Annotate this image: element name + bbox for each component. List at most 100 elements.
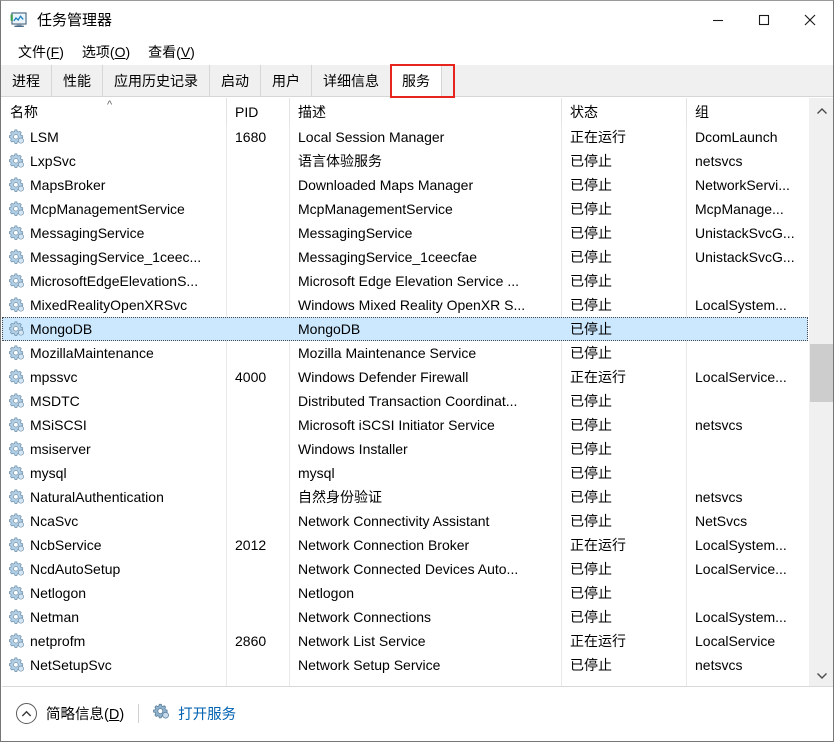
cell-status: 已停止 xyxy=(570,561,612,577)
cell-status: 已停止 xyxy=(570,297,612,313)
table-row[interactable]: NcdAutoSetup Network Connected Devices Au… xyxy=(2,557,808,581)
cell-group: McpManage... xyxy=(695,201,784,217)
scroll-down-icon[interactable] xyxy=(809,662,833,688)
menu-item-options[interactable]: 选项(O) xyxy=(73,43,139,62)
table-row[interactable]: NaturalAuthentication 自然身份验证 已停止 netsvcs xyxy=(2,485,808,509)
tab-performance-label: 性能 xyxy=(63,73,91,89)
tab-app-history-label: 应用历史记录 xyxy=(114,73,198,89)
cell-name: Netman xyxy=(30,609,80,625)
table-row[interactable]: MessagingService_1ceec... MessagingServic… xyxy=(2,245,808,269)
column-header-pid[interactable]: PID xyxy=(227,98,290,125)
table-row[interactable]: MixedRealityOpenXRSvc Windows Mixed Reali… xyxy=(2,293,808,317)
cell-status: 正在运行 xyxy=(570,537,626,553)
cell-status: 已停止 xyxy=(570,153,612,169)
cell-description: mysql xyxy=(298,465,335,481)
column-header-group[interactable]: 组 xyxy=(687,98,808,125)
cell-status: 已停止 xyxy=(570,513,612,529)
cell-pid xyxy=(227,437,290,461)
table-row[interactable]: McpManagementService McpManagementService… xyxy=(2,197,808,221)
maximize-button[interactable] xyxy=(741,1,787,39)
window-controls xyxy=(695,1,833,39)
cell-name: mpssvc xyxy=(30,369,78,385)
cell-description: MongoDB xyxy=(298,321,361,337)
close-button[interactable] xyxy=(787,1,833,39)
services-rows: LSM 1680 Local Session Manager 正在运行 DcomLaun… xyxy=(2,125,808,677)
tab-details-label: 详细信息 xyxy=(323,73,379,89)
scrollbar-thumb[interactable] xyxy=(810,344,833,402)
table-row[interactable]: MSiSCSI Microsoft iSCSI Initiator Service… xyxy=(2,413,808,437)
scroll-up-icon[interactable] xyxy=(809,98,833,124)
table-row[interactable]: LxpSvc 语言体验服务 已停止 netsvcs xyxy=(2,149,808,173)
table-row[interactable]: MongoDB MongoDB 已停止 xyxy=(2,317,808,341)
menu-item-view[interactable]: 查看(V) xyxy=(139,43,204,62)
table-row[interactable]: mpssvc 4000 Windows Defender Firewall 正在运行 L… xyxy=(2,365,808,389)
table-row[interactable]: Netman Network Connections 已停止 LocalSystem.… xyxy=(2,605,808,629)
cell-group: DcomLaunch xyxy=(695,129,778,145)
cell-description: Local Session Manager xyxy=(298,129,445,145)
cell-name: McpManagementService xyxy=(30,201,185,217)
menu-item-file[interactable]: 文件(F) xyxy=(9,43,73,62)
table-row[interactable]: NcaSvc Network Connectivity Assistant 已停止 N… xyxy=(2,509,808,533)
cell-pid xyxy=(227,557,290,581)
tab-users[interactable]: 用户 xyxy=(261,65,312,97)
cell-status: 已停止 xyxy=(570,345,612,361)
cell-group xyxy=(687,437,808,461)
cell-group: netsvcs xyxy=(695,657,743,673)
cell-pid: 2012 xyxy=(235,537,267,553)
menu-item-file-label: 文件(F) xyxy=(18,43,64,60)
cell-name: MicrosoftEdgeElevationS... xyxy=(30,273,199,289)
cell-group: LocalSystem... xyxy=(695,297,787,313)
fewer-details-button[interactable]: 简略信息(D) xyxy=(16,703,124,724)
table-row[interactable]: MSDTC Distributed Transaction Coordinat..… xyxy=(2,389,808,413)
cell-status: 已停止 xyxy=(570,273,612,289)
column-header-row: 名称 ^ PID 描述 状态 组 xyxy=(2,98,833,125)
cell-name: mysql xyxy=(30,465,67,481)
minimize-button[interactable] xyxy=(695,1,741,39)
cell-name: Netlogon xyxy=(30,585,87,601)
sort-ascending-icon: ^ xyxy=(107,99,113,111)
services-rows-container: LSM 1680 Local Session Manager 正在运行 DcomLaun… xyxy=(2,125,808,688)
table-row[interactable]: msiserver Windows Installer 已停止 xyxy=(2,437,808,461)
menu-item-options-label: 选项(O) xyxy=(81,43,131,60)
cell-pid xyxy=(227,653,290,677)
fewer-details-label: 简略信息(D) xyxy=(46,707,125,723)
column-header-name[interactable]: 名称 ^ xyxy=(2,98,227,125)
table-row[interactable]: Netlogon Netlogon 已停止 xyxy=(2,581,808,605)
table-row[interactable]: MapsBroker Downloaded Maps Manager 已停止 Netw… xyxy=(2,173,808,197)
vertical-scrollbar[interactable] xyxy=(808,98,833,688)
tab-startup[interactable]: 启动 xyxy=(210,65,261,97)
column-header-status[interactable]: 状态 xyxy=(562,98,687,125)
cell-description: 自然身份验证 xyxy=(298,489,382,505)
task-manager-window: 任务管理器 文件(F) 选项(O) 查看(V) 进程 性能 应用历史记录 启动 … xyxy=(0,0,834,742)
cell-status: 已停止 xyxy=(570,249,612,265)
table-row[interactable]: NetSetupSvc Network Setup Service 已停止 netsv… xyxy=(2,653,808,677)
window-title: 任务管理器 xyxy=(37,11,113,29)
table-row[interactable]: MicrosoftEdgeElevationS... Microsoft Edge… xyxy=(2,269,808,293)
cell-group: LocalService... xyxy=(695,561,787,577)
table-row[interactable]: MozillaMaintenance Mozilla Maintenance Se… xyxy=(2,341,808,365)
title-bar: 任务管理器 xyxy=(1,1,833,39)
tab-details[interactable]: 详细信息 xyxy=(312,65,391,97)
table-row[interactable]: MessagingService MessagingService 已停止 Unist… xyxy=(2,221,808,245)
cell-description: Netlogon xyxy=(298,585,355,601)
tab-performance[interactable]: 性能 xyxy=(52,65,103,97)
tab-app-history[interactable]: 应用历史记录 xyxy=(103,65,210,97)
table-row[interactable]: netprofm 2860 Network List Service 正在运行 Loca… xyxy=(2,629,808,653)
cell-group: UnistackSvcG... xyxy=(695,249,795,265)
open-services-link[interactable]: 打开服务 xyxy=(153,703,236,724)
table-row[interactable]: mysql mysql 已停止 xyxy=(2,461,808,485)
column-header-pid-label: PID xyxy=(235,103,259,120)
chevron-up-icon xyxy=(16,703,37,724)
cell-name: LxpSvc xyxy=(30,153,76,169)
column-header-description[interactable]: 描述 xyxy=(290,98,562,125)
tab-users-label: 用户 xyxy=(272,73,300,89)
cell-pid xyxy=(227,221,290,245)
cell-description: Network List Service xyxy=(298,633,426,649)
table-row[interactable]: LSM 1680 Local Session Manager 正在运行 DcomLaun… xyxy=(2,125,808,149)
table-row[interactable]: NcbService 2012 Network Connection Broker 正… xyxy=(2,533,808,557)
tab-processes[interactable]: 进程 xyxy=(1,65,52,97)
cell-group: LocalService... xyxy=(695,369,787,385)
cell-status: 已停止 xyxy=(570,465,612,481)
tab-services[interactable]: 服务 xyxy=(391,65,442,97)
cell-group: NetworkServi... xyxy=(695,177,790,193)
